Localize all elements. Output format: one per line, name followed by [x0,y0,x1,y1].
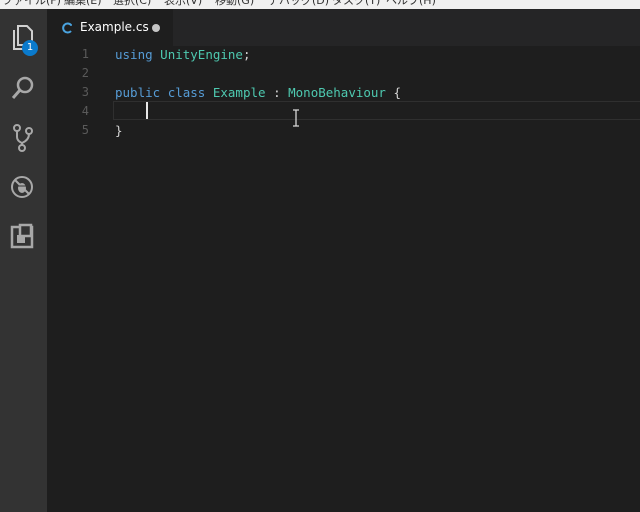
debug-button[interactable] [0,165,47,205]
source-control-icon [13,124,33,152]
code-token: public [115,85,161,100]
code-line[interactable]: 5} [47,121,640,140]
code-text: } [115,121,123,140]
code-line[interactable]: 2 [47,64,640,83]
tab-bar: Example.cs [47,9,640,46]
line-number: 1 [81,47,89,61]
code-line[interactable]: 3 public class Example : MonoBehaviour { [47,83,640,102]
menu-edit[interactable]: 編集(E) [64,0,102,8]
code-token: } [115,123,123,138]
menu-selection[interactable]: 選択(C) [113,0,151,8]
line-number: 5 [81,123,89,137]
code-token: { [385,85,402,100]
text-cursor [146,102,148,119]
tab-example-cs[interactable]: Example.cs [47,9,173,46]
unsaved-dot-icon[interactable] [152,24,160,32]
csharp-icon [62,22,72,34]
code-text: public class Example : MonoBehaviour { [115,83,401,102]
menu-debug[interactable]: デバッグ(D) [268,0,329,8]
extensions-button[interactable] [0,215,47,255]
code-token: Example [212,85,266,100]
activity-bar: 1 [0,9,47,512]
code-token: : [265,85,289,100]
explorer-badge: 1 [22,40,38,56]
search-button[interactable] [0,66,47,106]
code-token: class [167,85,206,100]
tab-label: Example.cs [80,20,149,34]
code-text: using UnityEngine; [115,45,251,64]
menu-help[interactable]: ヘルプ(H) [386,0,436,8]
menu-go[interactable]: 移動(G) [215,0,254,8]
menu-tasks[interactable]: タスク(T) [332,0,380,8]
menu-file[interactable]: ファイル(F) [2,0,61,8]
menu-bar: ファイル(F) 編集(E) 選択(C) 表示(V) 移動(G) デバッグ(D) … [0,0,640,9]
source-control-button[interactable] [0,115,47,155]
code-text [115,102,145,121]
debug-icon [11,176,33,198]
code-token: UnityEngine [160,47,243,62]
line-number: 2 [81,66,89,80]
code-token: MonoBehaviour [288,85,386,100]
line-number: 4 [81,104,89,118]
line-number: 3 [81,85,89,99]
code-line[interactable]: 4 [47,102,640,121]
code-editor[interactable]: 1 using UnityEngine; 2 3 public class Exampl… [47,46,640,512]
code-token: ; [242,47,251,62]
code-line[interactable]: 1 using UnityEngine; [47,45,640,64]
search-icon [11,76,34,99]
menu-view[interactable]: 表示(V) [164,0,202,8]
extensions-icon [10,223,34,249]
explorer-button[interactable]: 1 [0,15,47,56]
ibeam-cursor-icon [293,109,299,127]
code-token: using [115,47,153,62]
